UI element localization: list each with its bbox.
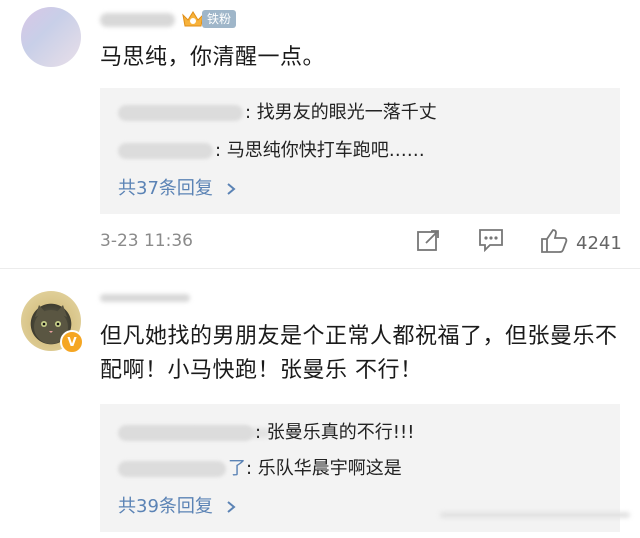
fan-badge: 铁粉 bbox=[180, 8, 237, 30]
like-count: 4241 bbox=[576, 233, 622, 254]
chevron-right-icon bbox=[219, 178, 237, 199]
view-replies-label: 共37条回复 bbox=[118, 178, 213, 199]
fan-badge-label: 铁粉 bbox=[202, 10, 237, 28]
reply-text: 张曼乐真的不行!!! bbox=[266, 422, 415, 443]
chevron-right-icon bbox=[219, 496, 237, 517]
username-blurred[interactable] bbox=[100, 294, 190, 302]
timestamp: 3-23 11:36 bbox=[100, 231, 193, 251]
view-replies-link[interactable]: 共37条回复 bbox=[118, 174, 237, 200]
reply-text: 乐队华晨宇啊这是 bbox=[257, 458, 402, 479]
comment-text: 但凡她找的男朋友是个正常人都祝福了，但张曼乐不配啊！小马快跑！张曼乐 不行！ bbox=[100, 324, 618, 383]
reply-username-blurred[interactable] bbox=[118, 105, 243, 121]
comment-text: 马思纯，你清醒一点。 bbox=[100, 45, 326, 70]
reply-item[interactable]: : 张曼乐真的不行!!! bbox=[118, 418, 414, 444]
username-blurred[interactable] bbox=[100, 13, 175, 27]
reply-item[interactable]: : 马思纯你快打车跑吧…… bbox=[118, 136, 425, 162]
watermark-smudge bbox=[440, 512, 630, 518]
divider bbox=[0, 268, 640, 269]
reply-username-blurred[interactable] bbox=[118, 425, 253, 441]
reply-box[interactable]: : 找男友的眼光一落千丈 : 马思纯你快打车跑吧…… 共37条回复 bbox=[100, 88, 620, 214]
view-replies-link[interactable]: 共39条回复 bbox=[118, 492, 237, 518]
share-button[interactable] bbox=[416, 228, 442, 257]
verified-icon: V bbox=[60, 330, 84, 354]
view-replies-label: 共39条回复 bbox=[118, 496, 213, 517]
like-button[interactable]: 4241 bbox=[540, 228, 622, 259]
reply-username-blurred[interactable] bbox=[118, 143, 213, 159]
reply-username-blurred[interactable] bbox=[118, 461, 226, 477]
comment-button[interactable] bbox=[478, 228, 506, 257]
reply-text: 找男友的眼光一落千丈 bbox=[256, 102, 437, 123]
comment-icon bbox=[478, 228, 506, 257]
thumbs-up-icon bbox=[540, 228, 568, 259]
reply-item[interactable]: 了: 乐队华晨宇啊这是 bbox=[118, 454, 402, 480]
share-icon bbox=[416, 228, 442, 257]
reply-username-tail[interactable]: 了 bbox=[228, 458, 246, 479]
reply-text: 马思纯你快打车跑吧…… bbox=[226, 140, 425, 161]
avatar[interactable] bbox=[21, 7, 81, 67]
reply-item[interactable]: : 找男友的眼光一落千丈 bbox=[118, 98, 437, 124]
